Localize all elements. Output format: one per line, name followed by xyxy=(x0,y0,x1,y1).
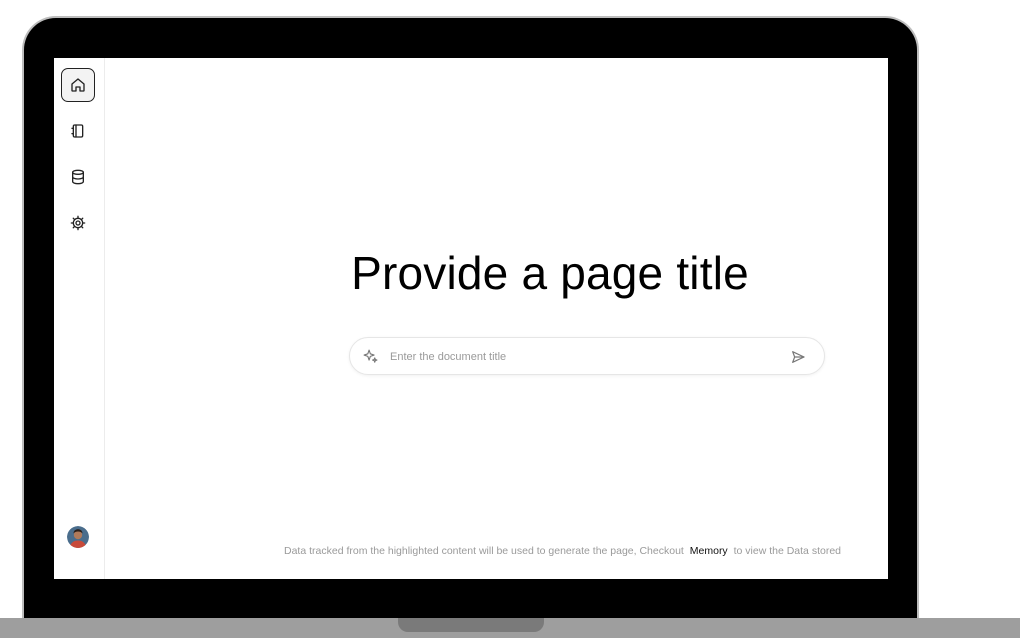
notebook-icon xyxy=(71,124,84,138)
laptop-frame: Provide a page title Data tracked from t… xyxy=(0,0,1020,638)
sparkle-icon xyxy=(363,349,378,363)
app-window: Provide a page title Data tracked from t… xyxy=(54,58,888,579)
home-icon xyxy=(71,78,85,92)
memory-link[interactable]: Memory xyxy=(690,545,728,557)
send-icon[interactable] xyxy=(790,349,806,365)
gear-icon xyxy=(70,215,86,231)
main-content: Provide a page title Data tracked from t… xyxy=(105,58,888,579)
title-input-bar xyxy=(349,337,825,375)
footer-note: Data tracked from the highlighted conten… xyxy=(284,545,841,557)
laptop-hinge-notch xyxy=(398,618,544,632)
footer-text-after: to view the Data stored xyxy=(733,545,841,557)
sidebar-item-database[interactable] xyxy=(61,160,95,194)
document-title-input[interactable] xyxy=(388,345,772,369)
user-avatar-icon xyxy=(67,526,89,548)
database-icon xyxy=(72,169,84,185)
page-title: Provide a page title xyxy=(351,247,749,299)
footer-text-before: Data tracked from the highlighted conten… xyxy=(284,545,684,557)
sidebar-item-home[interactable] xyxy=(61,68,95,102)
sidebar xyxy=(54,58,105,579)
sidebar-item-settings[interactable] xyxy=(61,206,95,240)
avatar[interactable] xyxy=(67,526,89,548)
sidebar-item-notebook[interactable] xyxy=(61,114,95,148)
